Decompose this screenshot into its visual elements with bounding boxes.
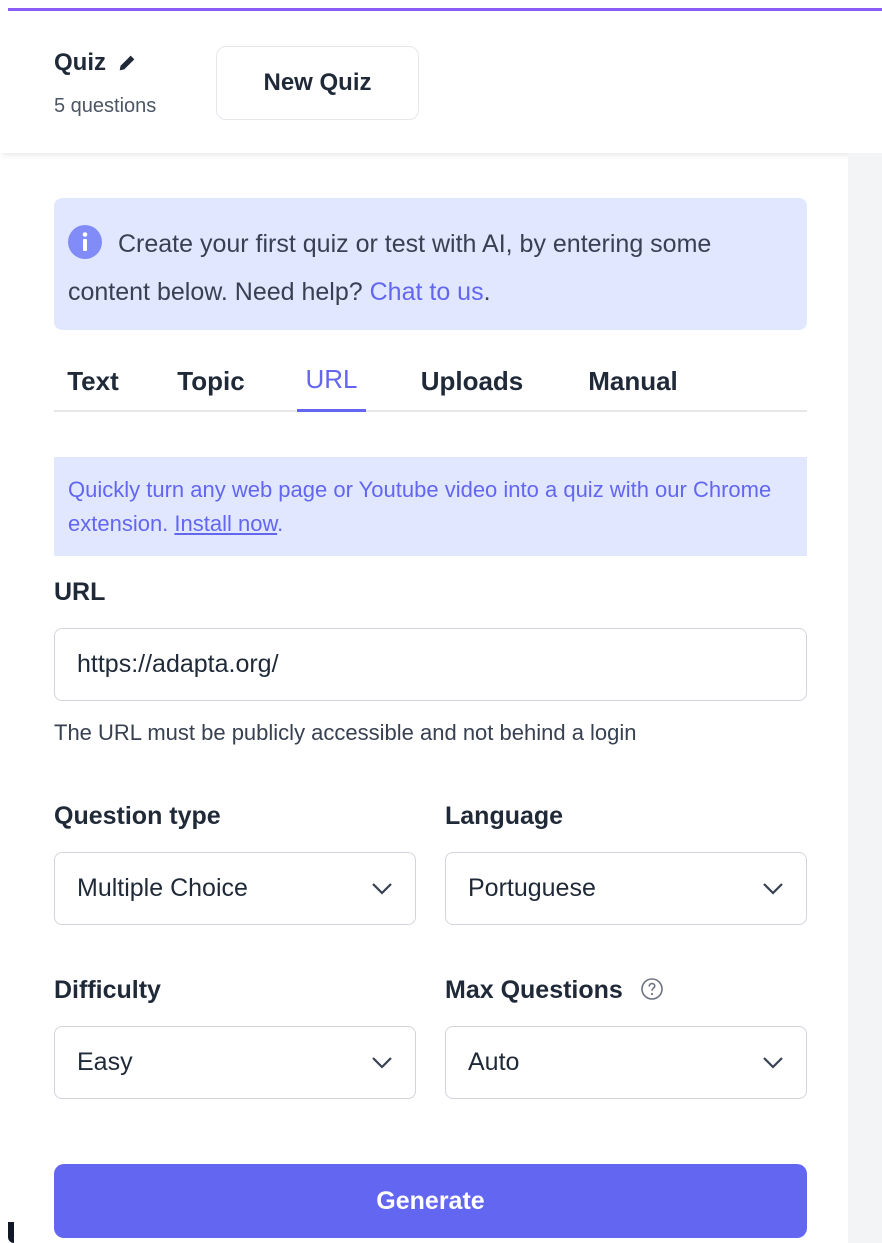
- quiz-title: Quiz: [54, 49, 106, 76]
- source-tabs: Text Topic URL Uploads Manual: [54, 350, 807, 412]
- corner-decoration: [8, 1222, 14, 1243]
- generate-button[interactable]: Generate: [54, 1164, 807, 1238]
- language-value: Portuguese: [468, 874, 596, 902]
- new-quiz-button[interactable]: New Quiz: [216, 46, 419, 120]
- pencil-icon[interactable]: [116, 52, 138, 74]
- question-type-select[interactable]: Multiple Choice: [54, 852, 416, 925]
- extension-banner: Quickly turn any web page or Youtube vid…: [54, 457, 807, 556]
- language-label: Language: [445, 802, 564, 830]
- tab-url[interactable]: URL: [297, 350, 366, 412]
- difficulty-value: Easy: [77, 1048, 133, 1076]
- max-questions-label: Max Questions: [445, 976, 623, 1004]
- tab-topic[interactable]: Topic: [174, 350, 248, 412]
- url-input[interactable]: [54, 628, 807, 701]
- quiz-title-row[interactable]: Quiz: [54, 49, 138, 77]
- quiz-header: Quiz 5 questions New Quiz: [0, 11, 882, 153]
- chevron-down-icon: [372, 882, 392, 895]
- question-count: 5 questions: [54, 95, 157, 117]
- chevron-down-icon: [763, 1056, 783, 1069]
- difficulty-label: Difficulty: [54, 976, 161, 1004]
- max-questions-select[interactable]: Auto: [445, 1026, 807, 1099]
- chat-to-us-link[interactable]: Chat to us: [370, 278, 484, 306]
- chevron-down-icon: [372, 1056, 392, 1069]
- language-select[interactable]: Portuguese: [445, 852, 807, 925]
- tab-text[interactable]: Text: [62, 350, 124, 412]
- tab-manual[interactable]: Manual: [582, 350, 684, 412]
- info-icon: [68, 225, 102, 260]
- tab-uploads[interactable]: Uploads: [414, 350, 530, 412]
- right-scroll-strip: [848, 153, 882, 1243]
- help-circle-icon[interactable]: [640, 977, 664, 1001]
- url-label: URL: [54, 578, 106, 606]
- install-now-link[interactable]: Install now: [174, 511, 277, 536]
- difficulty-select[interactable]: Easy: [54, 1026, 416, 1099]
- max-questions-label-row: Max Questions: [445, 976, 664, 1005]
- info-banner: Create your first quiz or test with AI, …: [54, 198, 807, 330]
- question-type-label: Question type: [54, 802, 221, 830]
- question-type-value: Multiple Choice: [77, 874, 248, 902]
- extension-period: .: [277, 511, 284, 536]
- info-period: .: [483, 278, 491, 306]
- url-hint: The URL must be publicly accessible and …: [54, 720, 637, 745]
- max-questions-value: Auto: [468, 1048, 520, 1076]
- chevron-down-icon: [763, 882, 783, 895]
